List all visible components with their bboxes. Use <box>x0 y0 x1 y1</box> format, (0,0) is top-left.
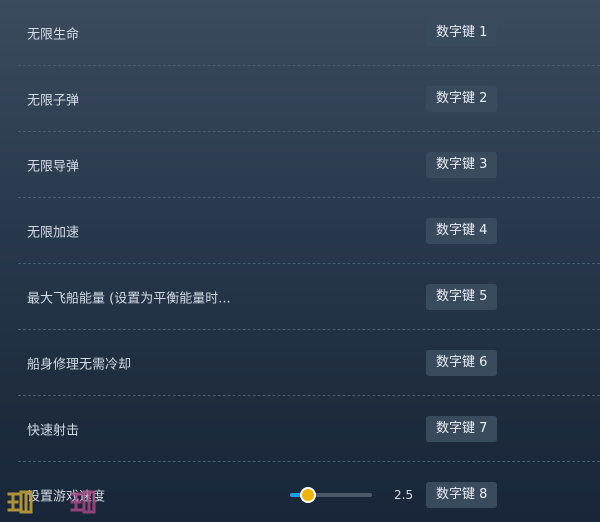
cheat-list: 无限生命 数字键 1 无限子弹 数字键 2 无限导弹 数字键 3 无限加速 数字… <box>18 0 600 522</box>
cheat-row-infinite-health[interactable]: 无限生命 数字键 1 <box>18 0 600 66</box>
cheat-label: 快速射击 <box>27 423 80 438</box>
hotkey-button[interactable]: 数字键 2 <box>426 85 498 112</box>
cheat-label: 无限加速 <box>27 225 80 240</box>
cheat-row-infinite-boost[interactable]: 无限加速 数字键 4 <box>18 198 600 264</box>
hotkey-button[interactable]: 数字键 6 <box>426 349 498 376</box>
hotkey-button[interactable]: 数字键 4 <box>426 217 498 244</box>
hotkey-button[interactable]: 数字键 1 <box>426 19 498 46</box>
cheat-label: 无限导弹 <box>27 159 80 174</box>
cheat-label: 无限生命 <box>27 27 80 42</box>
slider-value: 2.5 <box>394 488 414 502</box>
cheat-label: 船身修理无需冷却 <box>27 357 132 372</box>
cheat-row-infinite-missiles[interactable]: 无限导弹 数字键 3 <box>18 132 600 198</box>
slider-thumb[interactable] <box>300 487 317 503</box>
game-speed-slider[interactable] <box>290 486 372 504</box>
hotkey-button[interactable]: 数字键 7 <box>426 415 498 442</box>
cheat-row-infinite-ammo[interactable]: 无限子弹 数字键 2 <box>18 66 600 132</box>
cheat-row-game-speed[interactable]: 设置游戏速度 2.5 数字键 8 <box>18 462 600 522</box>
cheat-label: 最大飞船能量 (设置为平衡能量时... <box>27 291 231 306</box>
cheat-row-max-ship-energy[interactable]: 最大飞船能量 (设置为平衡能量时... 数字键 5 <box>18 264 600 330</box>
cheat-row-rapid-fire[interactable]: 快速射击 数字键 7 <box>18 396 600 462</box>
cheat-label: 无限子弹 <box>27 93 80 108</box>
hotkey-button[interactable]: 数字键 8 <box>426 482 498 508</box>
hotkey-button[interactable]: 数字键 5 <box>426 283 498 310</box>
cheat-label: 设置游戏速度 <box>27 489 106 505</box>
hotkey-button[interactable]: 数字键 3 <box>426 151 498 178</box>
cheat-row-hull-repair-no-cooldown[interactable]: 船身修理无需冷却 数字键 6 <box>18 330 600 396</box>
